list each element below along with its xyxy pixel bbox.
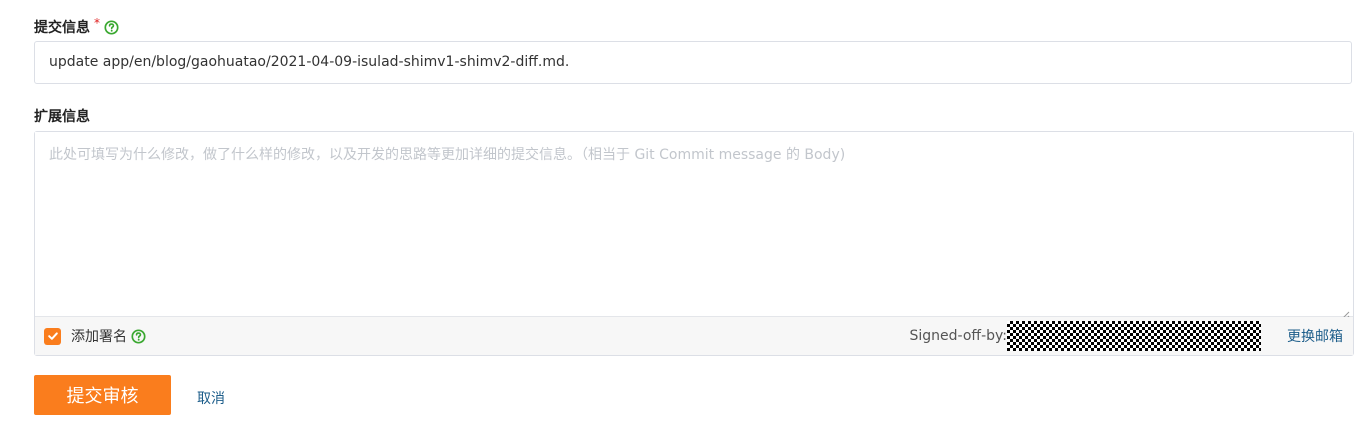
commit-message-input[interactable] xyxy=(34,41,1352,84)
extended-info-label: 扩展信息 xyxy=(34,109,90,125)
submit-review-button[interactable]: 提交审核 xyxy=(34,375,171,415)
commit-message-label: 提交信息 xyxy=(34,20,90,36)
question-circle-icon[interactable] xyxy=(104,19,119,35)
change-email-link[interactable]: 更换邮箱 xyxy=(1287,326,1343,346)
question-circle-icon[interactable] xyxy=(131,328,146,344)
extended-info-textarea[interactable] xyxy=(35,132,1353,317)
signed-off-by-label: Signed-off-by: xyxy=(909,328,1007,344)
commit-message-label-row: 提交信息 * xyxy=(34,16,119,37)
add-signature-label[interactable]: 添加署名 xyxy=(71,326,127,346)
extended-info-box: 添加署名 Signed-off-by: 更换邮箱 xyxy=(34,131,1354,356)
extended-info-label-row: 扩展信息 xyxy=(34,106,90,126)
signature-bar: 添加署名 Signed-off-by: 更换邮箱 xyxy=(35,317,1353,355)
add-signature-checkbox[interactable] xyxy=(44,327,61,345)
cancel-link[interactable]: 取消 xyxy=(197,388,225,408)
check-icon xyxy=(47,332,58,340)
resize-grip-icon[interactable] xyxy=(1341,305,1350,320)
redacted-email xyxy=(1007,321,1261,351)
commit-form: 提交信息 * 扩展信息 添加署名 xyxy=(0,0,1371,427)
required-mark: * xyxy=(94,16,100,30)
